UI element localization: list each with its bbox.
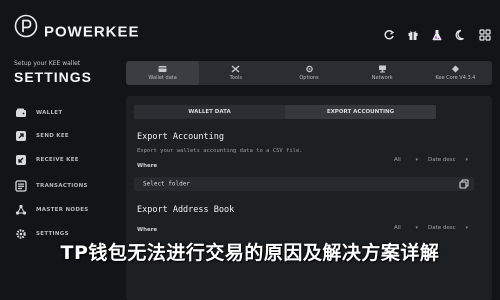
- options-icon: [305, 65, 313, 73]
- filter-date-value: Date desc: [428, 157, 456, 163]
- settings-tab-bar: Wallet data Tools Options Network Kee Co…: [126, 61, 492, 85]
- overlay-banner-title: TP钱包无法进行交易的原因及解决方案详解: [60, 242, 440, 264]
- receive-icon: [14, 153, 28, 167]
- tab-label: Options: [299, 75, 319, 81]
- send-icon: [14, 129, 28, 143]
- sidebar-item-receive-kee[interactable]: RECEIVE KEE: [14, 153, 79, 167]
- sidebar-item-send-kee[interactable]: SEND KEE: [14, 129, 69, 143]
- where-label: Where: [137, 227, 158, 233]
- subtab-wallet-data[interactable]: WALLET DATA: [134, 105, 285, 119]
- panel-subtabs: WALLET DATA EXPORT ACCOUNTING: [134, 105, 436, 119]
- network-icon: [378, 65, 386, 73]
- flask-icon[interactable]: [430, 28, 444, 42]
- filter-all-select[interactable]: All ▾: [392, 223, 420, 233]
- sidebar-item-label: MASTER NODES: [36, 207, 89, 213]
- select-folder-field[interactable]: Select folder: [134, 177, 474, 191]
- filter-date-value: Date desc: [428, 225, 456, 231]
- filter-date-select[interactable]: Date desc ▾: [426, 223, 470, 233]
- settings-panel: WALLET DATA EXPORT ACCOUNTING Export Acc…: [126, 96, 492, 300]
- grid-icon[interactable]: [478, 28, 492, 42]
- sidebar-item-label: SETTINGS: [36, 231, 69, 237]
- chevron-down-icon: ▾: [465, 157, 468, 163]
- tab-label: Network: [371, 75, 393, 81]
- wallet-data-icon: [158, 66, 167, 72]
- subtab-export-accounting[interactable]: EXPORT ACCOUNTING: [285, 105, 436, 119]
- where-label: Where: [137, 163, 158, 169]
- filter-all-select[interactable]: All ▾: [392, 155, 420, 165]
- refresh-icon[interactable]: [382, 28, 396, 42]
- export-accounting-description: Export your wallets accounting data to a…: [137, 148, 303, 154]
- tab-options[interactable]: Options: [272, 61, 345, 85]
- sidebar-item-master-nodes[interactable]: MASTER NODES: [14, 203, 89, 217]
- sidebar-subtitle: Setup your KEE wallet: [14, 60, 81, 67]
- export-accounting-title: Export Accounting: [137, 132, 224, 142]
- chevron-down-icon: ▾: [465, 225, 468, 231]
- tools-icon: [231, 65, 240, 73]
- powerkee-logo-icon: [14, 14, 38, 38]
- sidebar-item-transactions[interactable]: TRANSACTIONS: [14, 179, 88, 193]
- list-icon: [14, 179, 28, 193]
- copy-icon[interactable]: [459, 179, 469, 189]
- tab-tools[interactable]: Tools: [199, 61, 272, 85]
- tab-network[interactable]: Network: [346, 61, 419, 85]
- tab-wallet-data[interactable]: Wallet data: [126, 61, 200, 85]
- header-actions: [382, 28, 492, 42]
- export-address-book-title: Export Address Book: [137, 205, 235, 215]
- sidebar-item-label: RECEIVE KEE: [36, 157, 79, 163]
- kee-core-icon: [451, 65, 459, 73]
- wallet-icon: [14, 106, 28, 120]
- tab-kee-core[interactable]: Kee Core V4.3.4: [419, 61, 492, 85]
- header: POWERKEE: [0, 0, 500, 58]
- sidebar-item-label: WALLET: [36, 110, 63, 116]
- sidebar-item-wallet[interactable]: WALLET: [14, 106, 62, 120]
- sidebar-title: SETTINGS: [14, 69, 93, 85]
- chevron-down-icon: ▾: [415, 157, 418, 163]
- tab-label: Tools: [229, 75, 242, 81]
- select-folder-text: Select folder: [143, 180, 190, 188]
- filter-date-select[interactable]: Date desc ▾: [426, 155, 470, 165]
- sidebar-item-label: SEND KEE: [36, 133, 69, 139]
- nodes-icon: [14, 203, 28, 217]
- brand-name: POWERKEE: [44, 23, 140, 41]
- filter-all-value: All: [394, 225, 401, 231]
- sidebar-item-label: TRANSACTIONS: [36, 183, 88, 189]
- tab-label: Kee Core V4.3.4: [435, 75, 476, 81]
- moon-icon[interactable]: [454, 28, 468, 42]
- filter-all-value: All: [394, 157, 401, 163]
- app-window: POWERKEE Setup your KEE wallet SETTINGS: [0, 0, 500, 300]
- gift-icon[interactable]: [406, 28, 420, 42]
- tab-label: Wallet data: [148, 75, 177, 81]
- chevron-down-icon: ▾: [415, 225, 418, 231]
